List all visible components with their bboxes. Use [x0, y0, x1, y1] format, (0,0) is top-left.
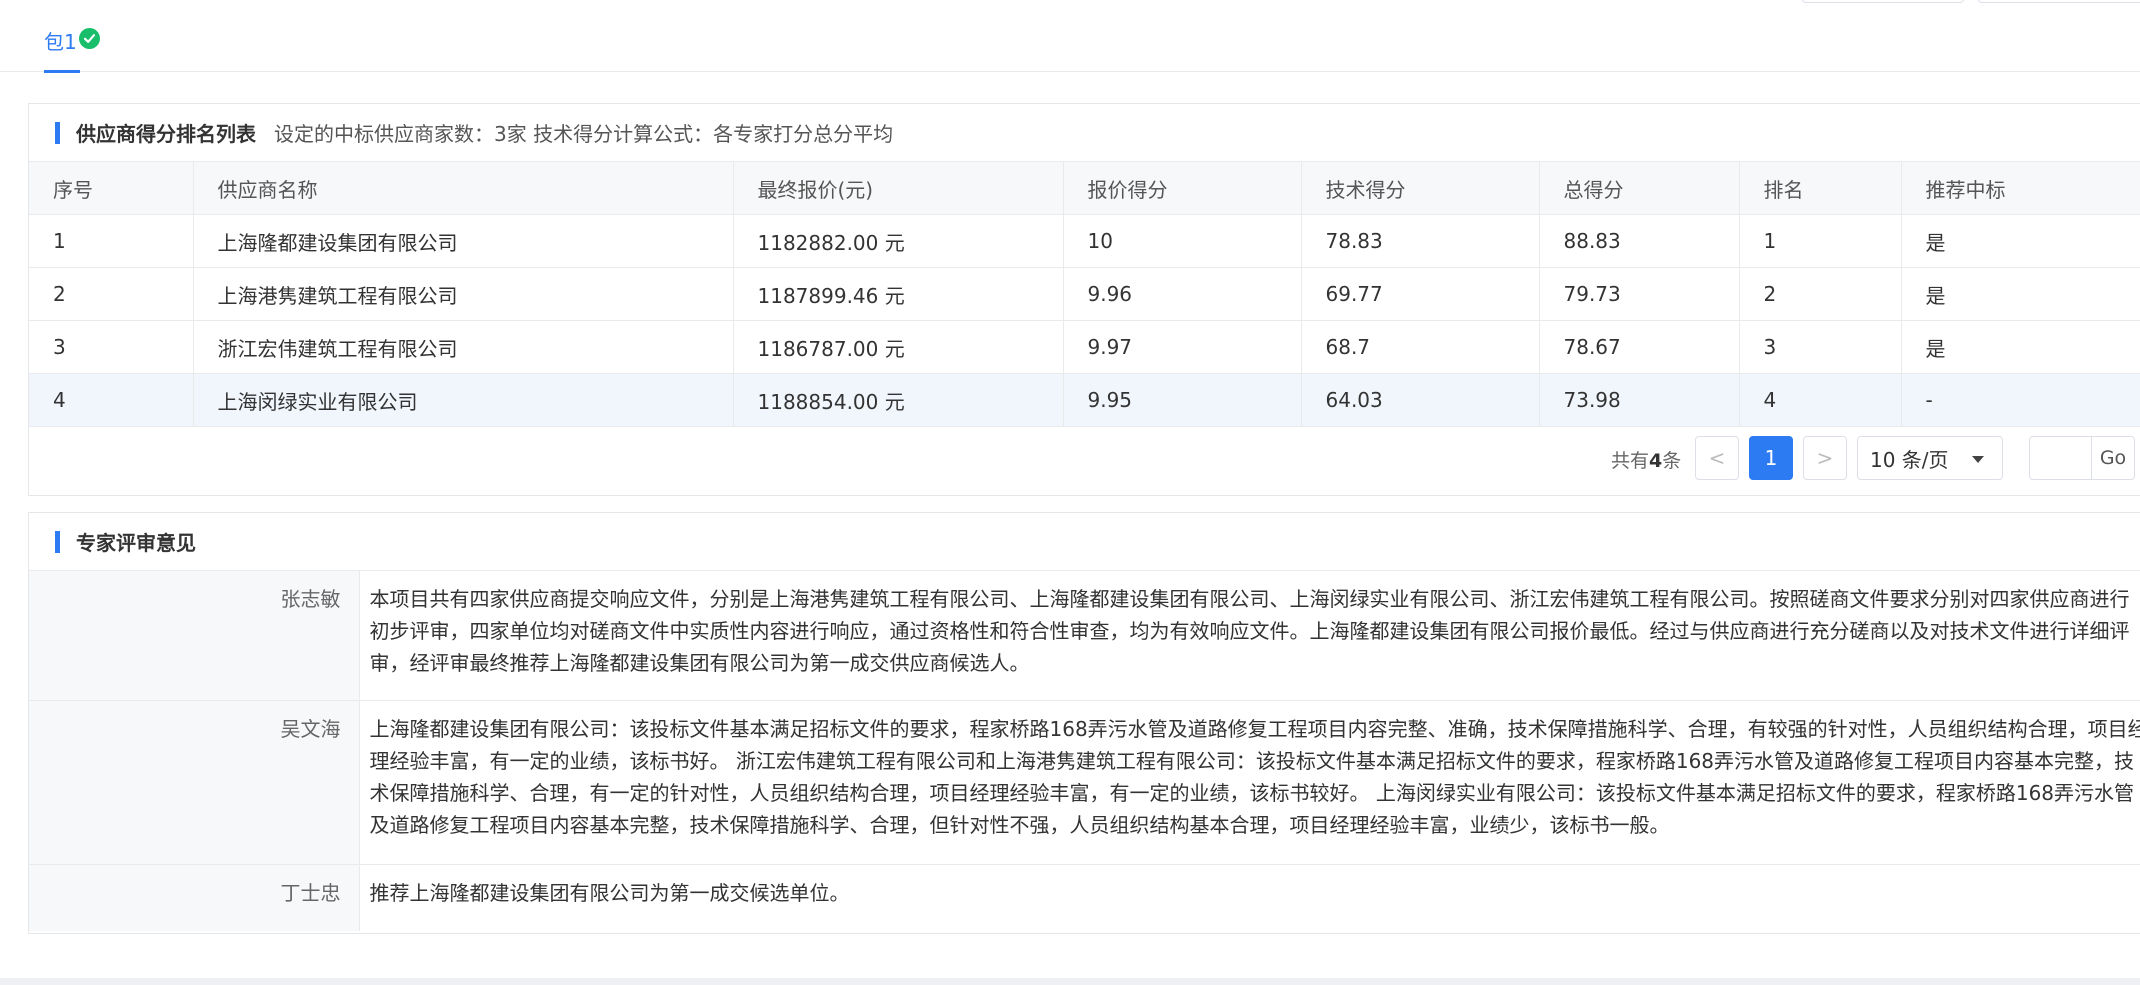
go-button[interactable]: Go	[2092, 437, 2134, 479]
cell: 88.83	[1539, 214, 1740, 268]
page-jump: Go	[2029, 436, 2135, 480]
cell: 是	[1901, 267, 2140, 321]
col-header: 报价得分	[1063, 161, 1302, 215]
next-page-button[interactable]: >	[1803, 436, 1847, 480]
col-header: 序号	[29, 161, 194, 215]
cell: 9.97	[1063, 320, 1302, 374]
cell: 上海港隽建筑工程有限公司	[193, 267, 734, 321]
cell: 4	[29, 373, 194, 427]
cell: 1	[29, 214, 194, 268]
cell: 69.77	[1301, 267, 1540, 321]
table-row[interactable]: 3 浙江宏伟建筑工程有限公司 1186787.00 元 9.97 68.7 78…	[29, 320, 2140, 374]
col-header: 排名	[1739, 161, 1902, 215]
title-bar-accent	[55, 530, 60, 553]
expert-name: 丁士忠	[29, 864, 360, 931]
pagination: 共有4条 < 1 > 10 条/页 Go	[29, 436, 2140, 482]
page-size-select[interactable]: 10 条/页	[1857, 436, 2003, 480]
table-row[interactable]: 1 上海隆都建设集团有限公司 1182882.00 元 10 78.83 88.…	[29, 214, 2140, 268]
col-header: 供应商名称	[193, 161, 734, 215]
cell: 73.98	[1539, 373, 1740, 427]
expert-name: 吴文海	[29, 700, 360, 865]
page: 包1 供应商得分排名列表 设定的中标供应商家数：3家 技术得分计算公式：各专家打…	[0, 0, 2140, 978]
expert-opinions-panel: 专家评审意见 张志敏 本项目共有四家供应商提交响应文件，分别是上海港隽建筑工程有…	[28, 512, 2140, 934]
table-row-hovered[interactable]: 4 上海闵绿实业有限公司 1188854.00 元 9.95 64.03 73.…	[29, 373, 2140, 427]
cell: 3	[29, 320, 194, 374]
cell: 2	[1739, 267, 1902, 321]
pagination-total: 共有4条	[1611, 446, 1681, 473]
cell: 上海闵绿实业有限公司	[193, 373, 734, 427]
opinion-row: 吴文海 上海隆都建设集团有限公司：该投标文件基本满足招标文件的要求，程家桥路16…	[29, 700, 2140, 865]
expert-opinion: 上海隆都建设集团有限公司：该投标文件基本满足招标文件的要求，程家桥路168弄污水…	[359, 700, 2140, 865]
supplier-ranking-panel: 供应商得分排名列表 设定的中标供应商家数：3家 技术得分计算公式：各专家打分总分…	[28, 103, 2140, 496]
page-1-button[interactable]: 1	[1749, 436, 1793, 480]
cell: -	[1901, 373, 2140, 427]
page-size-value: 10 条/页	[1870, 447, 1949, 472]
cell: 2	[29, 267, 194, 321]
chevron-left-icon: <	[1708, 446, 1726, 470]
cell: 78.83	[1301, 214, 1540, 268]
cell: 3	[1739, 320, 1902, 374]
total-count: 4	[1649, 450, 1663, 472]
table-header-row: 序号 供应商名称 最终报价(元) 报价得分 技术得分 总得分 排名 推荐中标	[29, 161, 2140, 215]
chevron-right-icon: >	[1816, 446, 1834, 470]
package-tabs: 包1	[0, 0, 2140, 73]
expert-name: 张志敏	[29, 570, 360, 701]
col-header: 总得分	[1539, 161, 1740, 215]
tab-label: 包1	[44, 30, 77, 54]
prev-page-button[interactable]: <	[1695, 436, 1739, 480]
opinions-title: 专家评审意见	[76, 531, 196, 555]
cell: 1187899.46 元	[733, 267, 1064, 321]
cell: 1182882.00 元	[733, 214, 1064, 268]
cell: 1	[1739, 214, 1902, 268]
cell: 1186787.00 元	[733, 320, 1064, 374]
col-header: 最终报价(元)	[733, 161, 1064, 215]
total-prefix: 共有	[1611, 450, 1650, 472]
col-header: 推荐中标	[1901, 161, 2140, 215]
cell: 9.96	[1063, 267, 1302, 321]
ranking-subtitle: 设定的中标供应商家数：3家 技术得分计算公式：各专家打分总分平均	[274, 122, 894, 146]
cell: 4	[1739, 373, 1902, 427]
cell: 1188854.00 元	[733, 373, 1064, 427]
expert-opinion: 本项目共有四家供应商提交响应文件，分别是上海港隽建筑工程有限公司、上海隆都建设集…	[359, 570, 2140, 701]
cell: 79.73	[1539, 267, 1740, 321]
tab-package-1[interactable]: 包1	[44, 26, 100, 73]
cell: 上海隆都建设集团有限公司	[193, 214, 734, 268]
ranking-header: 供应商得分排名列表 设定的中标供应商家数：3家 技术得分计算公式：各专家打分总分…	[29, 104, 2140, 161]
opinions-header: 专家评审意见	[29, 513, 2140, 570]
opinion-row: 张志敏 本项目共有四家供应商提交响应文件，分别是上海港隽建筑工程有限公司、上海隆…	[29, 570, 2140, 701]
opinions-table: 张志敏 本项目共有四家供应商提交响应文件，分别是上海港隽建筑工程有限公司、上海隆…	[29, 570, 2140, 931]
cell: 是	[1901, 320, 2140, 374]
page-bottom-edge	[0, 978, 2140, 985]
table-row[interactable]: 2 上海港隽建筑工程有限公司 1187899.46 元 9.96 69.77 7…	[29, 267, 2140, 321]
tab-active-underline	[44, 70, 80, 73]
col-header: 技术得分	[1301, 161, 1540, 215]
cell: 浙江宏伟建筑工程有限公司	[193, 320, 734, 374]
cell: 68.7	[1301, 320, 1540, 374]
cell: 是	[1901, 214, 2140, 268]
title-bar-accent	[55, 121, 60, 144]
cell: 9.95	[1063, 373, 1302, 427]
page-jump-input[interactable]	[2030, 437, 2092, 479]
cell: 10	[1063, 214, 1302, 268]
opinion-row: 丁士忠 推荐上海隆都建设集团有限公司为第一成交候选单位。	[29, 864, 2140, 931]
caret-down-icon	[1972, 456, 1984, 463]
cell: 64.03	[1301, 373, 1540, 427]
cell: 78.67	[1539, 320, 1740, 374]
ranking-title: 供应商得分排名列表	[76, 122, 256, 146]
total-suffix: 条	[1662, 450, 1682, 472]
ranking-table: 序号 供应商名称 最终报价(元) 报价得分 技术得分 总得分 排名 推荐中标 1…	[29, 161, 2140, 427]
expert-opinion: 推荐上海隆都建设集团有限公司为第一成交候选单位。	[359, 864, 2140, 931]
check-circle-icon	[78, 28, 100, 49]
